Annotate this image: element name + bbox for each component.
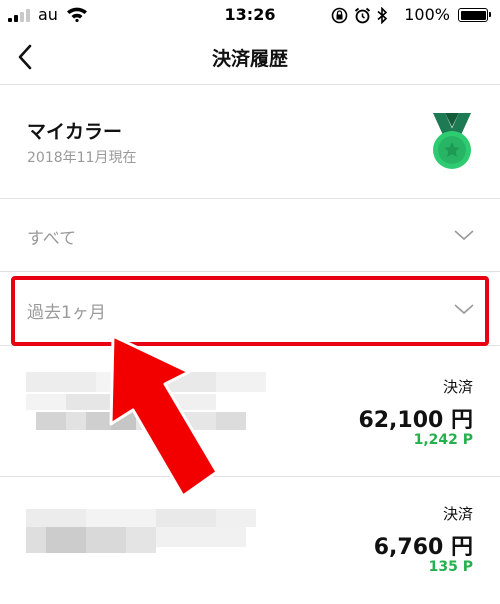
transaction-type: 決済 [442, 378, 473, 396]
transaction-amount: 62,100 円 [358, 408, 473, 433]
filter-all-dropdown[interactable]: すべて [0, 199, 500, 272]
page-title: 決済履歴 [211, 48, 288, 70]
rank-name: マイカラー [27, 121, 123, 143]
orientation-lock-icon [331, 7, 348, 23]
medal-icon [433, 113, 471, 169]
bluetooth-icon [377, 6, 388, 24]
filter-all-label: すべて [27, 229, 77, 249]
nav-bar: 決済履歴 [0, 30, 500, 85]
transaction-amount: 6,760 円 [373, 535, 473, 560]
battery-percentage: 100% [404, 5, 450, 24]
transaction-points: 135 P [428, 559, 473, 575]
battery-level-fill [460, 10, 486, 20]
redacted-merchant-info [26, 509, 266, 599]
transaction-type: 決済 [442, 505, 473, 523]
alarm-icon [354, 7, 371, 23]
chevron-down-icon [454, 230, 474, 241]
rank-section: マイカラー 2018年11月現在 [0, 85, 500, 199]
transaction-row[interactable]: 決済 62,100 円 1,242 P [0, 350, 500, 477]
rank-date: 2018年11月現在 [27, 150, 137, 166]
transaction-row[interactable]: 決済 6,760 円 135 P [0, 477, 500, 603]
transaction-points: 1,242 P [413, 432, 473, 448]
pointer-arrow-icon [109, 334, 219, 498]
status-bar: au 13:26 100% [0, 0, 500, 30]
highlight-box [11, 276, 489, 346]
battery-icon [458, 8, 491, 22]
